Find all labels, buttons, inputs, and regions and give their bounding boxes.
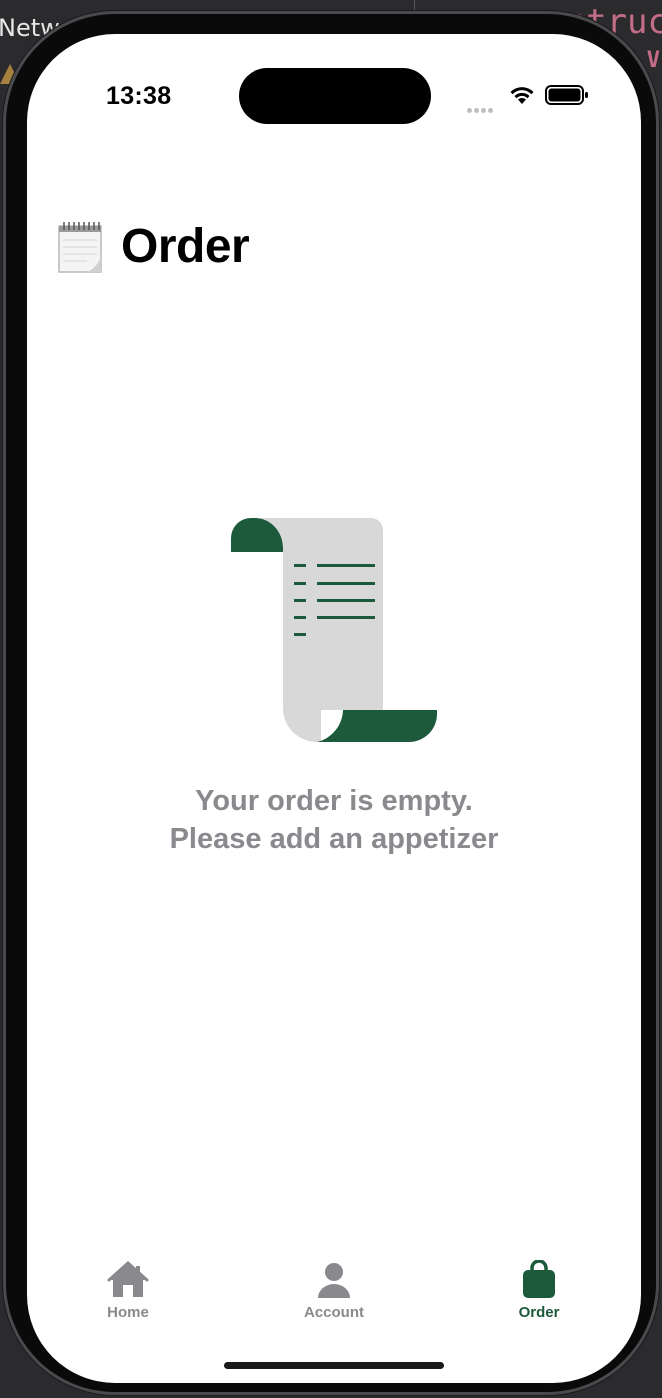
status-time: 13:38: [106, 82, 172, 110]
tab-home-label: Home: [107, 1304, 149, 1321]
empty-state-line1: Your order is empty.: [195, 785, 473, 817]
wifi-icon: [510, 87, 534, 104]
notepad-icon: [58, 221, 102, 273]
battery-icon: [545, 85, 588, 105]
page-header: Order: [57, 219, 250, 274]
empty-state-line2: Please add an appetizer: [169, 823, 499, 855]
tab-home[interactable]: Home: [68, 1260, 188, 1321]
empty-state-message: Your order is empty. Please add an appet…: [27, 782, 641, 858]
dynamic-island: [239, 68, 431, 124]
person-icon: [318, 1263, 350, 1298]
screen: 13:38 Order Your order is empty. Please …: [27, 34, 641, 1383]
tab-account-label: Account: [304, 1304, 364, 1321]
background-code-glyph: V: [646, 48, 660, 73]
tab-bar: Home Account Order: [27, 1260, 641, 1340]
home-indicator[interactable]: [224, 1362, 444, 1369]
tab-order[interactable]: Order: [479, 1260, 599, 1321]
tab-order-label: Order: [518, 1304, 560, 1321]
cellular-signal-icon: [467, 100, 495, 118]
receipt-scroll-icon: [231, 518, 437, 742]
phone-frame: 13:38 Order Your order is empty. Please …: [3, 11, 659, 1395]
bag-icon: [523, 1260, 555, 1298]
page-title: Order: [121, 220, 250, 273]
house-icon: [107, 1261, 149, 1297]
tab-account[interactable]: Account: [274, 1260, 394, 1321]
